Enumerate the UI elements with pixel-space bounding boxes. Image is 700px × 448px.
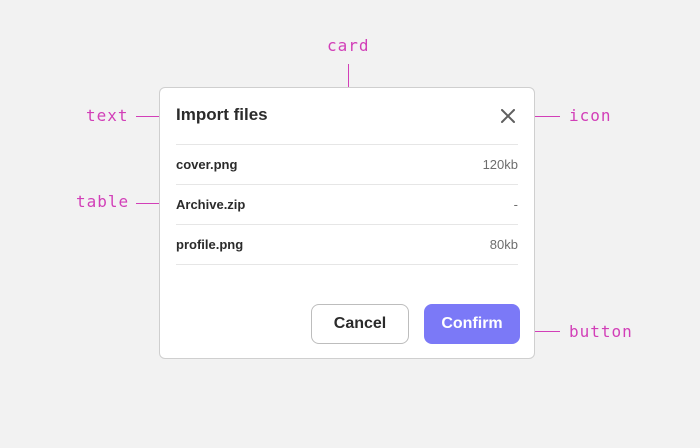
file-size: -	[513, 197, 518, 212]
files-table: cover.png 120kb Archive.zip - profile.pn…	[176, 144, 518, 265]
table-row: cover.png 120kb	[176, 144, 518, 184]
import-dialog-card: Import files cover.png 120kb Archive.zip…	[159, 87, 535, 359]
table-row: profile.png 80kb	[176, 224, 518, 265]
close-icon	[501, 109, 515, 123]
file-name: Archive.zip	[176, 197, 246, 212]
file-name: profile.png	[176, 237, 244, 252]
annotation-icon-label: icon	[569, 106, 612, 125]
cancel-button[interactable]: Cancel	[311, 304, 409, 344]
annotation-table-label: table	[76, 192, 130, 211]
file-size: 120kb	[482, 157, 518, 172]
annotation-text-label: text	[86, 106, 129, 125]
table-row: Archive.zip -	[176, 184, 518, 224]
annotation-card-leader	[348, 64, 349, 88]
file-size: 80kb	[489, 237, 518, 252]
annotation-card-label: card	[327, 36, 370, 55]
dialog-title: Import files	[176, 105, 268, 124]
annotation-button-label: button	[569, 322, 633, 341]
file-name: cover.png	[176, 157, 238, 172]
close-button[interactable]	[496, 104, 520, 128]
confirm-button[interactable]: Confirm	[424, 304, 520, 344]
